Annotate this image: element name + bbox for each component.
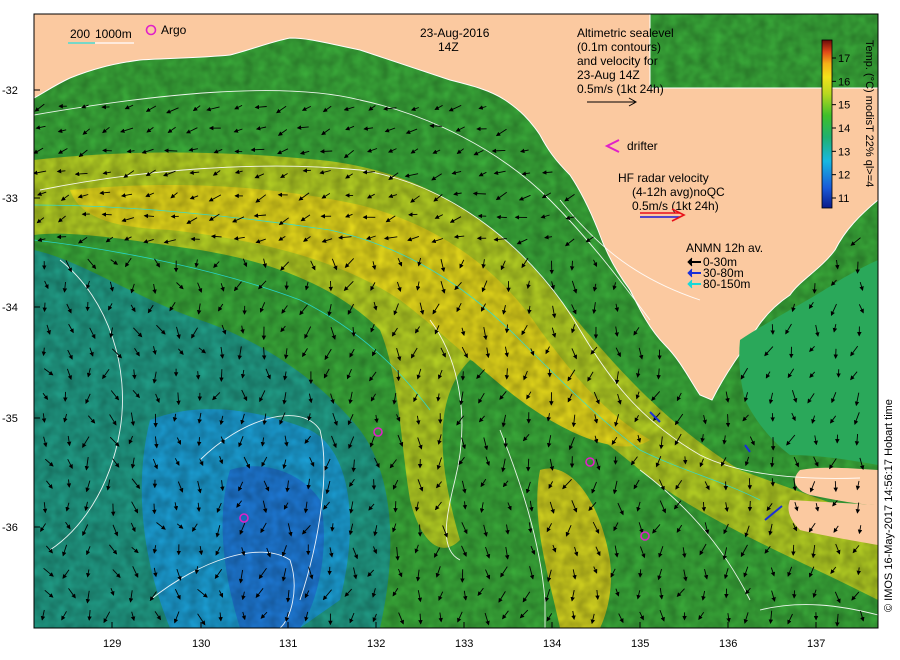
lon-tick-label: 132 <box>367 638 385 650</box>
velocity-arrow <box>747 478 752 490</box>
lat-tick-label: -32 <box>2 85 18 97</box>
colorbar-tick-label: 13 <box>838 146 850 158</box>
velocity-arrow <box>526 458 531 472</box>
velocity-arrow <box>408 212 418 217</box>
lon-tick-label: 130 <box>192 638 210 650</box>
hf-radar-line2: (4-12h avg)noQC <box>632 185 725 199</box>
lon-tick-label: 136 <box>719 638 737 650</box>
legend-1000m: 1000m <box>95 27 132 41</box>
lat-tick-label: -35 <box>2 413 18 425</box>
velocity-arrow <box>725 414 731 428</box>
velocity-arrow <box>302 168 311 173</box>
credit-text: © IMOS 16-May-2017 14:56:17 Hobart time <box>883 399 895 612</box>
velocity-arrow <box>42 302 47 313</box>
lon-tick-label: 135 <box>631 638 649 650</box>
colorbar-tick-label: 16 <box>838 76 850 88</box>
velocity-arrow <box>496 214 507 220</box>
velocity-arrow <box>460 371 466 381</box>
velocity-arrow <box>219 369 224 382</box>
velocity-arrow <box>472 191 486 196</box>
legend-argo: Argo <box>161 23 187 37</box>
map-time: 14Z <box>438 40 459 54</box>
velocity-arrow <box>396 370 401 382</box>
map-date: 23-Aug-2016 <box>420 26 490 40</box>
velocity-arrow <box>747 500 753 512</box>
legend-200: 200 <box>70 27 90 41</box>
velocity-arrow <box>833 481 838 493</box>
lon-tick-label: 133 <box>455 638 473 650</box>
colorbar-tick-label: 17 <box>838 53 850 65</box>
lat-tick-label: -36 <box>2 522 18 534</box>
colorbar-tick-label: 12 <box>838 170 850 182</box>
velocity-arrow <box>319 149 333 154</box>
velocity-arrow <box>152 503 157 515</box>
velocity-arrow <box>491 148 506 154</box>
velocity-arrow <box>429 123 443 129</box>
velocity-arrow <box>855 261 860 274</box>
hf-radar-line1: HF radar velocity <box>618 171 709 185</box>
velocity-arrow <box>417 524 423 537</box>
colorbar-tick-label: 15 <box>838 100 850 112</box>
velocity-arrow <box>418 613 423 625</box>
velocity-arrow <box>812 283 817 294</box>
velocity-arrow <box>792 590 797 599</box>
anmn-depth-3: 80-150m <box>703 277 750 291</box>
colorbar-title: Temp. (°C) modisT 22% ql>=4 <box>863 40 875 187</box>
anmn-title: ANMN 12h av. <box>686 241 763 255</box>
altimetry-line1: Altimetric sealevel <box>577 26 674 40</box>
lat-tick-label: -34 <box>2 302 18 314</box>
drifter-label: drifter <box>627 139 658 153</box>
lat-tick-label: -33 <box>2 193 18 205</box>
altimetry-line3: and velocity for <box>577 54 658 68</box>
colorbar-tick-label: 11 <box>838 193 849 205</box>
altimetry-line2: (0.1m contours) <box>577 40 661 54</box>
colorbar-gradient <box>821 39 833 209</box>
sst-map-figure: -32 -33 -34 -35 -36 129 130 131 132 133 134 135 136… <box>0 0 900 660</box>
lon-tick-label: 137 <box>807 638 825 650</box>
sst-field <box>34 14 878 628</box>
map-canvas: -32 -33 -34 -35 -36 129 130 131 132 133 134 135 136… <box>2 13 895 650</box>
velocity-arrow <box>682 456 688 465</box>
colorbar-tick-label: 14 <box>838 123 850 135</box>
velocity-arrow <box>371 479 377 490</box>
lon-tick-label: 131 <box>279 638 297 650</box>
altimetry-line5: 0.5m/s (1kt 24h) <box>577 82 664 96</box>
velocity-arrow <box>770 324 775 335</box>
velocity-arrow <box>569 260 575 271</box>
lon-tick-label: 134 <box>543 638 561 650</box>
velocity-arrow <box>196 437 202 447</box>
altimetry-line4: 23-Aug 14Z <box>577 68 640 82</box>
velocity-arrow <box>791 544 796 556</box>
velocity-arrow <box>638 569 643 578</box>
velocity-arrow <box>101 212 112 217</box>
lon-tick-label: 129 <box>103 638 121 650</box>
